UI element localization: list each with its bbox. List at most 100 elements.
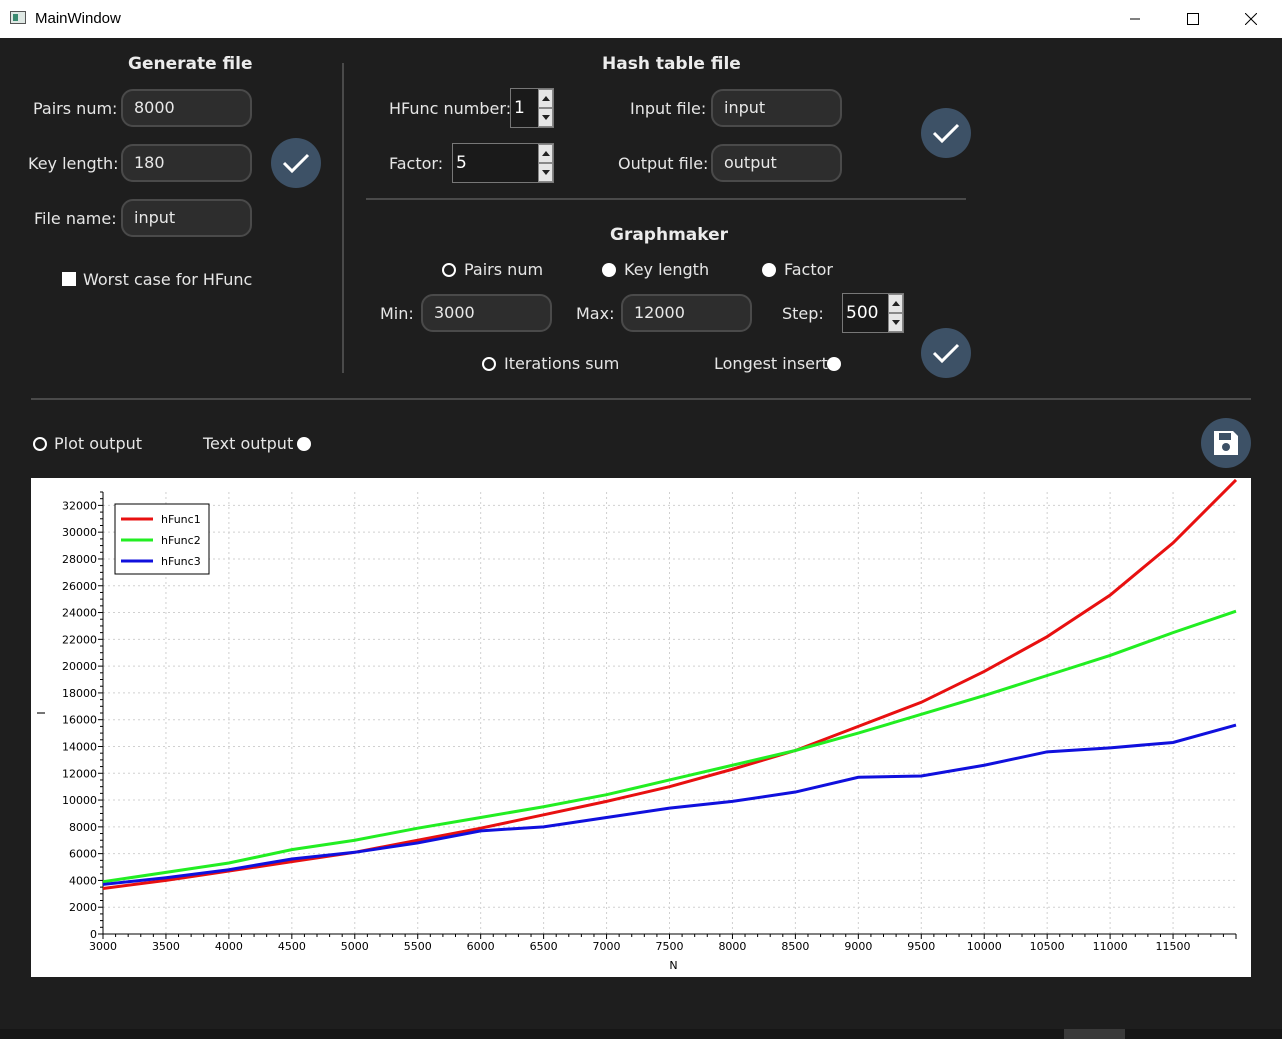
y-tick-label: 22000 <box>62 633 97 646</box>
hash-confirm-button[interactable] <box>921 108 971 158</box>
y-tick-label: 12000 <box>62 767 97 780</box>
y-tick-label: 18000 <box>62 687 97 700</box>
x-tick-label: 10000 <box>967 940 1002 953</box>
section-divider-vertical <box>342 63 344 373</box>
y-tick-label: 8000 <box>69 821 97 834</box>
x-tick-label: 11500 <box>1156 940 1191 953</box>
title-bar: MainWindow <box>0 0 1282 38</box>
y-tick-label: 32000 <box>62 499 97 512</box>
plot-area[interactable]: 3000 3500 4000 4500 5000 5500 6000 6500 7000 7500… <box>31 478 1251 977</box>
x-tick-label: 8000 <box>718 940 746 953</box>
step-label: Step: <box>782 304 824 323</box>
min-label: Min: <box>380 304 414 323</box>
window-title: MainWindow <box>35 10 121 27</box>
x-tick-label: 6000 <box>467 940 495 953</box>
hfunc-number-spinbox[interactable]: 1 <box>510 88 554 128</box>
close-icon <box>1245 13 1257 25</box>
x-tick-label: 4000 <box>215 940 243 953</box>
factor-value: 5 <box>456 153 467 173</box>
radio-key-length-label: Key length <box>624 260 710 279</box>
key-length-input[interactable]: 180 <box>121 144 252 182</box>
y-tick-label: 26000 <box>62 580 97 593</box>
close-button[interactable] <box>1222 0 1280 38</box>
step-spinbox[interactable]: 500 <box>842 293 904 333</box>
checkmark-icon <box>932 123 960 144</box>
scrollbar-thumb[interactable] <box>1064 1029 1125 1039</box>
radio-longest-insert-label: Longest insert <box>714 354 828 373</box>
output-file-label: Output file: <box>618 154 709 173</box>
main-divider <box>31 398 1251 400</box>
y-tick-label: 14000 <box>62 740 97 753</box>
step-up-arrow-icon[interactable] <box>888 294 903 313</box>
radio-factor-label: Factor <box>784 260 833 279</box>
hfunc-down-arrow-icon[interactable] <box>538 108 553 127</box>
x-tick-label: 7000 <box>593 940 621 953</box>
section-divider <box>366 198 966 200</box>
hfunc-up-arrow-icon[interactable] <box>538 89 553 108</box>
floppy-disk-icon <box>1214 431 1238 455</box>
radio-plot-output[interactable] <box>33 437 47 451</box>
radio-iterations-sum[interactable] <box>482 357 496 371</box>
radio-iterations-sum-label: Iterations sum <box>504 354 620 373</box>
y-tick-label: 30000 <box>62 526 97 539</box>
graphmaker-title: Graphmaker <box>610 225 729 245</box>
step-down-arrow-icon[interactable] <box>888 313 903 332</box>
line-chart: 3000 3500 4000 4500 5000 5500 6000 6500 7000 7500… <box>35 478 1238 972</box>
pairs-num-input[interactable]: 8000 <box>121 89 252 127</box>
radio-factor[interactable] <box>762 263 776 277</box>
radio-pairs-num-label: Pairs num <box>464 260 544 279</box>
generate-confirm-button[interactable] <box>271 138 321 188</box>
radio-longest-insert[interactable] <box>827 357 841 371</box>
hash-table-title: Hash table file <box>602 54 741 74</box>
output-file-input[interactable]: output <box>711 144 842 182</box>
legend-label-hFunc3: hFunc3 <box>161 555 201 568</box>
x-tick-label: 6500 <box>530 940 558 953</box>
y-tick-label: 4000 <box>69 874 97 887</box>
input-file-input[interactable]: input <box>711 89 842 127</box>
checkmark-icon <box>282 153 310 174</box>
radio-text-output[interactable] <box>297 437 311 451</box>
maximize-button[interactable] <box>1164 0 1222 38</box>
factor-spinbox[interactable]: 5 <box>452 143 554 183</box>
input-file-label: Input file: <box>630 99 707 118</box>
hfunc-number-label: HFunc number: <box>389 99 512 118</box>
factor-down-arrow-icon[interactable] <box>538 163 553 182</box>
pairs-num-label: Pairs num: <box>33 99 118 118</box>
factor-label: Factor: <box>389 154 444 173</box>
radio-pairs-num[interactable] <box>442 263 456 277</box>
y-axis-label: I <box>35 711 48 714</box>
x-tick-label: 9000 <box>844 940 872 953</box>
legend-label-hFunc1: hFunc1 <box>161 513 201 526</box>
x-tick-label: 11000 <box>1093 940 1128 953</box>
x-axis-label: N <box>669 959 677 972</box>
legend-label-hFunc2: hFunc2 <box>161 534 201 547</box>
save-button[interactable] <box>1201 418 1251 468</box>
min-input[interactable]: 3000 <box>421 294 552 332</box>
x-tick-label: 5000 <box>341 940 369 953</box>
radio-key-length[interactable] <box>602 263 616 277</box>
radio-text-output-label: Text output <box>203 434 294 453</box>
max-input[interactable]: 12000 <box>621 294 752 332</box>
graph-confirm-button[interactable] <box>921 328 971 378</box>
worst-case-label: Worst case for HFunc <box>83 270 253 289</box>
minimize-icon <box>1130 18 1140 20</box>
y-tick-label: 24000 <box>62 607 97 620</box>
x-tick-label: 7500 <box>656 940 684 953</box>
checkmark-icon <box>932 343 960 364</box>
factor-up-arrow-icon[interactable] <box>538 144 553 163</box>
minimize-button[interactable] <box>1106 0 1164 38</box>
y-tick-label: 20000 <box>62 660 97 673</box>
generate-file-title: Generate file <box>128 54 253 74</box>
key-length-label: Key length: <box>28 154 119 173</box>
file-name-label: File name: <box>34 209 117 228</box>
y-tick-label: 0 <box>90 928 97 941</box>
x-tick-label: 9500 <box>907 940 935 953</box>
maximize-icon <box>1187 13 1199 25</box>
max-label: Max: <box>576 304 615 323</box>
file-name-input[interactable]: input <box>121 199 252 237</box>
radio-plot-output-label: Plot output <box>54 434 143 453</box>
worst-case-checkbox[interactable] <box>62 272 76 286</box>
hfunc-number-value: 1 <box>514 98 525 118</box>
y-tick-label: 2000 <box>69 901 97 914</box>
x-tick-label: 8500 <box>781 940 809 953</box>
